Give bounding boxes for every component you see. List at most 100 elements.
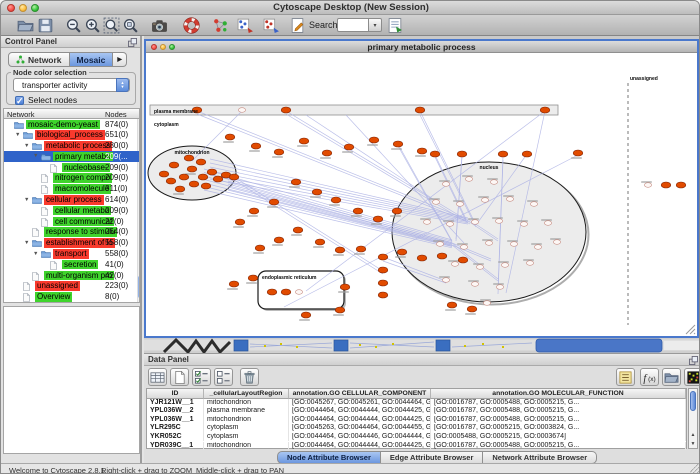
network-node[interactable]: [267, 289, 277, 295]
network-node[interactable]: [340, 284, 350, 290]
unselect-attributes-button[interactable]: [214, 368, 233, 386]
expand-triangle-icon[interactable]: ▼: [24, 143, 29, 149]
float-panel-icon[interactable]: [128, 38, 137, 47]
table-cell[interactable]: [GO:0045263, GO:0044464, GO:0044455, G..…: [289, 424, 431, 433]
network-canvas[interactable]: plasma membranecytoplasmmitochondrionnuc…: [146, 53, 697, 336]
network-node[interactable]: [166, 178, 176, 184]
tree-item-secretion[interactable]: secretion41(0): [4, 259, 139, 270]
tree-item-overview[interactable]: Overview8(0): [4, 292, 139, 303]
network-node[interactable]: [540, 107, 550, 113]
expand-triangle-icon[interactable]: ▼: [24, 197, 29, 203]
network-node[interactable]: [251, 143, 261, 149]
table-cell[interactable]: YKR052C: [147, 433, 204, 442]
network-node[interactable]: [369, 137, 379, 143]
network-node[interactable]: [378, 280, 388, 286]
table-cell[interactable]: YPL036W__2: [147, 407, 204, 416]
table-cell[interactable]: [GO:0044464, GO:0044444, GO:0044425, G..…: [289, 442, 431, 451]
table-cell[interactable]: [GO:0016787, GO:0005488, GO:0005215, G..…: [431, 442, 686, 451]
titlebar[interactable]: Cytoscape Desktop (New Session): [1, 1, 700, 15]
expand-triangle-icon[interactable]: ▼: [24, 240, 29, 246]
network-node[interactable]: [471, 282, 478, 287]
network-edge[interactable]: [234, 177, 383, 271]
tree-item-biological-process[interactable]: ▼biological_process651(0): [4, 130, 139, 141]
table-cell[interactable]: [GO:0044464, GO:0044444, GO:0044425, G..…: [289, 416, 431, 425]
table-cell[interactable]: [GO:0016787, GO:0005488, GO:0005215, G..…: [431, 399, 686, 408]
layout-network-button[interactable]: [212, 17, 229, 34]
network-node[interactable]: [430, 151, 440, 157]
search-input[interactable]: [337, 18, 369, 32]
table-cell[interactable]: plasma membrane: [204, 407, 289, 416]
import-attributes-button[interactable]: [662, 368, 681, 386]
network-node[interactable]: [553, 240, 560, 245]
network-node[interactable]: [335, 307, 345, 313]
tree-item-nitrogen-compo[interactable]: nitrogen compo209(0): [4, 173, 139, 184]
table-cell[interactable]: YPL036W__1: [147, 416, 204, 425]
network-node[interactable]: [436, 242, 443, 247]
table-cell[interactable]: [GO:0044464, GO:0044446, GO:0044444, G..…: [289, 433, 431, 442]
network-node[interactable]: [437, 253, 447, 259]
network-node[interactable]: [159, 171, 169, 177]
network-node[interactable]: [353, 208, 363, 214]
table-cell[interactable]: [GO:0005488, GO:0005215, GO:0003674]: [431, 433, 686, 442]
network-node[interactable]: [248, 275, 258, 281]
table-cell[interactable]: YDR039C__1: [147, 442, 204, 451]
network-node[interactable]: [544, 221, 551, 226]
column-header[interactable]: annotation.GO CELLULAR_COMPONENT: [289, 389, 431, 399]
network-edge[interactable]: [234, 180, 383, 274]
tree-item-metabolic-process[interactable]: ▼metabolic process280(0): [4, 141, 139, 152]
network-node[interactable]: [456, 202, 463, 207]
network-node[interactable]: [522, 151, 532, 157]
expand-triangle-icon[interactable]: ▼: [15, 132, 20, 138]
network-node[interactable]: [301, 312, 311, 318]
network-node[interactable]: [373, 216, 383, 222]
table-cell[interactable]: cytoplasm: [204, 433, 289, 442]
tree-item-cellular-metabo[interactable]: cellular metabo209(0): [4, 205, 139, 216]
network-edge[interactable]: [286, 114, 470, 224]
column-header[interactable]: _cellularLayoutRegion: [204, 389, 289, 399]
scale-nodes-red-button[interactable]: [263, 17, 280, 34]
network-node[interactable]: [274, 149, 284, 155]
network-node[interactable]: [661, 182, 671, 188]
expand-triangle-icon[interactable]: ▼: [33, 153, 38, 159]
table-cell[interactable]: [GO:0045267, GO:0045261, GO:0044464, G..…: [289, 399, 431, 408]
network-node[interactable]: [213, 176, 223, 182]
network-node[interactable]: [460, 245, 467, 250]
tab-overflow-button[interactable]: ▶: [113, 52, 127, 67]
network-node[interactable]: [458, 257, 468, 263]
network-node[interactable]: [417, 148, 427, 154]
network-node[interactable]: [378, 267, 388, 273]
zoom-selected-button[interactable]: [122, 17, 139, 34]
network-node[interactable]: [534, 245, 541, 250]
network-node[interactable]: [432, 200, 439, 205]
resize-grip[interactable]: [690, 464, 700, 474]
network-node[interactable]: [520, 222, 527, 227]
network-node[interactable]: [393, 141, 403, 147]
function-builder-button[interactable]: f(x): [640, 368, 659, 386]
network-node[interactable]: [644, 183, 651, 188]
tree-item-mosaic-demo-yeast[interactable]: mosaic-demo-yeast874(0): [4, 119, 139, 130]
column-header[interactable]: ID: [147, 389, 204, 399]
network-window-titlebar[interactable]: primary metabolic process: [146, 41, 697, 53]
network-node[interactable]: [423, 220, 430, 225]
table-cell[interactable]: cytoplasm: [204, 424, 289, 433]
zoom-in-button[interactable]: [84, 17, 101, 34]
network-node[interactable]: [291, 179, 301, 185]
network-view-window[interactable]: primary metabolic process plasma membran…: [144, 39, 699, 338]
network-node[interactable]: [269, 199, 279, 205]
tree-item-cell-communicat[interactable]: cell communicat22(0): [4, 216, 139, 227]
tree-item-macromolecule[interactable]: macromolecule311(0): [4, 184, 139, 195]
network-node[interactable]: [496, 285, 503, 290]
network-node[interactable]: [471, 220, 478, 225]
help-ring-button[interactable]: [183, 17, 200, 34]
network-node[interactable]: [457, 151, 467, 157]
network-node[interactable]: [312, 189, 322, 195]
network-node[interactable]: [169, 162, 179, 168]
select-attributes-button[interactable]: [192, 368, 211, 386]
network-node[interactable]: [397, 249, 407, 255]
network-node[interactable]: [417, 255, 427, 261]
table-cell[interactable]: YJR121W__1: [147, 399, 204, 408]
network-node[interactable]: [378, 254, 388, 260]
attribute-matrix-button[interactable]: [684, 368, 700, 386]
table-cell[interactable]: YLR295C: [147, 424, 204, 433]
network-node[interactable]: [526, 261, 533, 266]
